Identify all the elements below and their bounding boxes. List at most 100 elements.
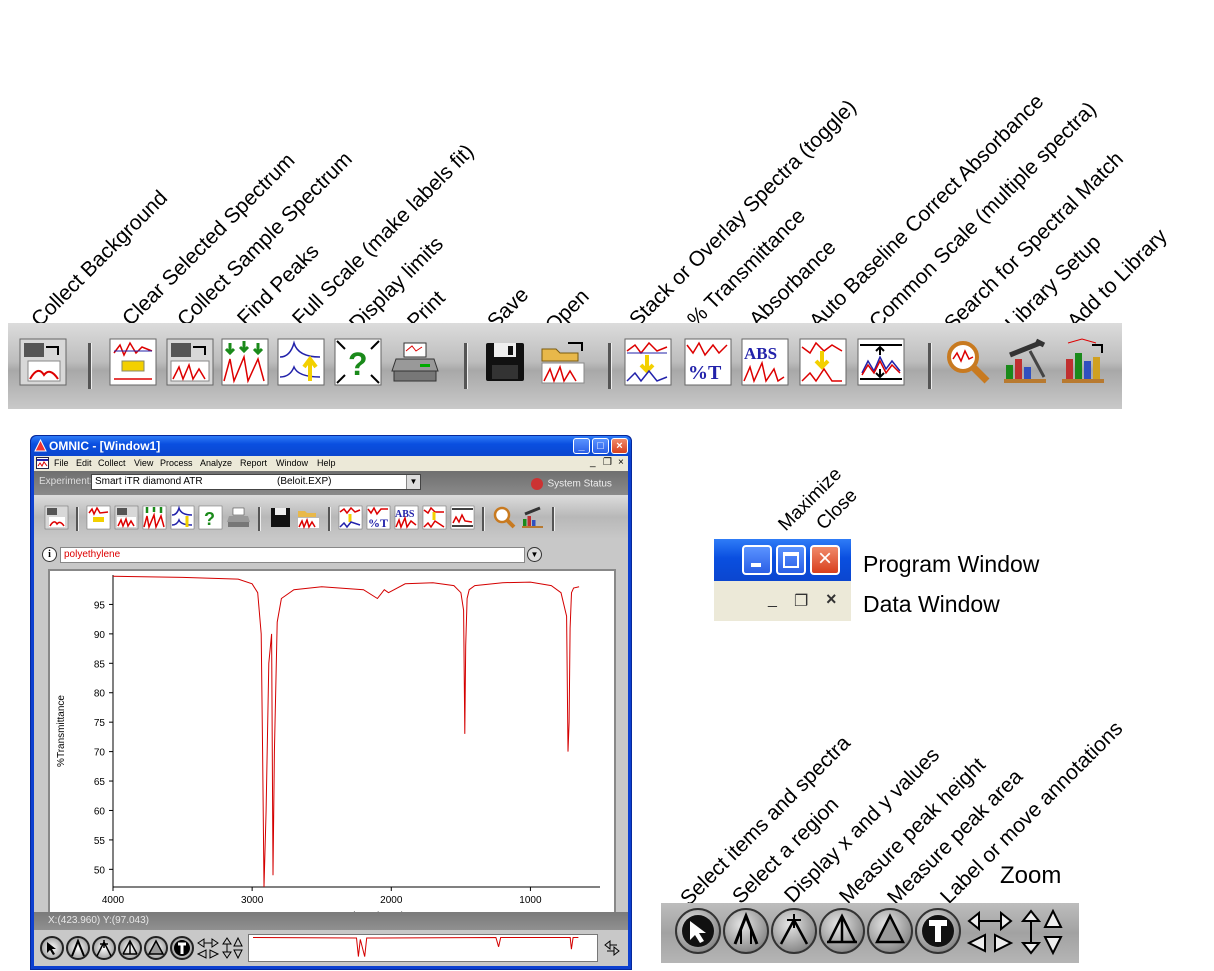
common-scale-button[interactable] [450,505,475,530]
y-tick-label: 55 [94,836,106,847]
zoom-vertical-icon [222,936,243,960]
menu-analyze[interactable]: Analyze [200,458,232,468]
menu-edit[interactable]: Edit [76,458,92,468]
xy-values-tool-button[interactable] [771,908,817,954]
find-peaks-button[interactable] [220,337,270,387]
close-button[interactable]: × [810,545,840,575]
select-tool-button[interactable] [40,936,64,960]
library-setup-button[interactable] [1000,337,1050,387]
add-to-library-button[interactable] [1058,337,1108,387]
menu-process[interactable]: Process [160,458,193,468]
clear-spectrum-icon [109,338,157,386]
menu-bar: File Edit Collect View Process Analyze R… [34,456,628,471]
maximize-button[interactable]: □ [592,438,609,454]
title-bar[interactable]: OMNIC - [Window1] _ □ × [31,436,631,456]
menu-collect[interactable]: Collect [98,458,126,468]
peak-height-tool-button[interactable] [118,936,142,960]
clear-selected-spectrum-button[interactable] [86,505,111,530]
open-button[interactable] [296,505,321,530]
menu-help[interactable]: Help [317,458,336,468]
full-scale-button[interactable] [276,337,326,387]
search-spectral-match-button[interactable] [943,337,993,387]
clear-selected-spectrum-button[interactable] [108,337,158,387]
data-window-restore-button[interactable]: ❐ [794,591,808,611]
zoom-horizontal-button[interactable] [965,907,1015,957]
system-status-button[interactable]: System Status [531,475,612,493]
spectrum-preview-pane[interactable] [248,934,598,962]
absorbance-button[interactable]: ABS [740,337,790,387]
common-scale-button[interactable] [856,337,906,387]
data-window-close-button[interactable]: × [618,457,624,468]
region-tool-button[interactable] [66,936,90,960]
zoom-vertical-button[interactable] [1017,907,1067,957]
collect-sample-spectrum-button[interactable] [165,337,215,387]
auto-baseline-button[interactable] [798,337,848,387]
zoom-vertical-button[interactable] [220,936,244,960]
data-window-restore-button[interactable]: ❐ [603,457,612,468]
toolbar-separator [88,343,92,389]
y-tick-label: 80 [94,689,106,700]
minimize-button[interactable]: _ [573,438,590,454]
spectrum-name: polyethylene [64,549,121,560]
zoom-horizontal-icon [966,910,1014,953]
search-spectral-match-button[interactable] [492,505,517,530]
select-tool-button[interactable] [675,908,721,954]
peak-area-tool-button[interactable] [144,936,168,960]
save-button[interactable] [268,505,293,530]
annotation-tool-button[interactable] [170,936,194,960]
library-setup-button[interactable] [520,505,545,530]
display-limits-button[interactable]: ? [198,505,223,530]
peak-height-tool-button[interactable] [819,908,865,954]
menu-view[interactable]: View [134,458,153,468]
experiment-value: Smart iTR diamond ATR [95,476,203,487]
common-scale-icon [450,505,475,530]
spectrum-dropdown-button[interactable]: ▼ [527,547,542,562]
collect-background-button[interactable] [44,505,69,530]
menu-file[interactable]: File [54,458,69,468]
absorbance-icon: ABS [394,505,419,530]
absorbance-button[interactable]: ABS [394,505,419,530]
preview-scroll-button[interactable] [602,938,622,958]
peak-area-tool-button[interactable] [867,908,913,954]
auto-baseline-button[interactable] [422,505,447,530]
collect-background-button[interactable] [18,337,68,387]
find-peaks-button[interactable] [142,505,167,530]
omnic-window: OMNIC - [Window1] _ □ × File Edit Collec… [30,435,632,970]
minimize-button[interactable] [742,545,772,575]
annotation-tool-button[interactable] [915,908,961,954]
full-scale-button[interactable] [170,505,195,530]
display-limits-button[interactable]: ? [333,337,383,387]
status-bar: X:(423.960) Y:(97.043) [34,912,628,930]
data-window-minimize-button[interactable]: _ [590,457,596,468]
system-status-label: System Status [547,478,612,490]
data-window-close-button[interactable]: × [826,589,837,610]
region-tool-button[interactable] [723,908,769,954]
transmittance-button[interactable]: %T [366,505,391,530]
xy-values-tool-button[interactable] [92,936,116,960]
display-limits-icon: ? [198,505,223,530]
stack-overlay-button[interactable] [623,337,673,387]
save-button[interactable] [480,337,530,387]
full-scale-icon [170,505,195,530]
stack-overlay-button[interactable] [338,505,363,530]
open-button[interactable] [538,337,588,387]
print-button[interactable] [226,505,251,530]
data-window-minimize-button[interactable]: _ [768,591,777,609]
transmittance-button[interactable]: %T [683,337,733,387]
menu-report[interactable]: Report [240,458,267,468]
common-scale-icon [857,338,905,386]
experiment-select[interactable]: Smart iTR diamond ATR (Beloit.EXP) ▼ [91,474,421,490]
close-button[interactable]: × [611,438,628,454]
program-window-label: Program Window [863,551,1040,577]
spectrum-plot[interactable]: 959085807570656055504000300020001000Wave… [48,569,616,932]
zoom-horizontal-button[interactable] [196,936,220,960]
maximize-button[interactable] [776,545,806,575]
collect-sample-spectrum-button[interactable] [114,505,139,530]
info-icon[interactable]: i [42,547,57,562]
window-controls-demo: × _ ❐ × [714,539,851,621]
y-tick-label: 90 [94,630,106,641]
print-button[interactable] [390,337,440,387]
spectrum-selector[interactable]: polyethylene [60,547,525,563]
svg-text:?: ? [204,509,215,529]
menu-window[interactable]: Window [276,458,308,468]
